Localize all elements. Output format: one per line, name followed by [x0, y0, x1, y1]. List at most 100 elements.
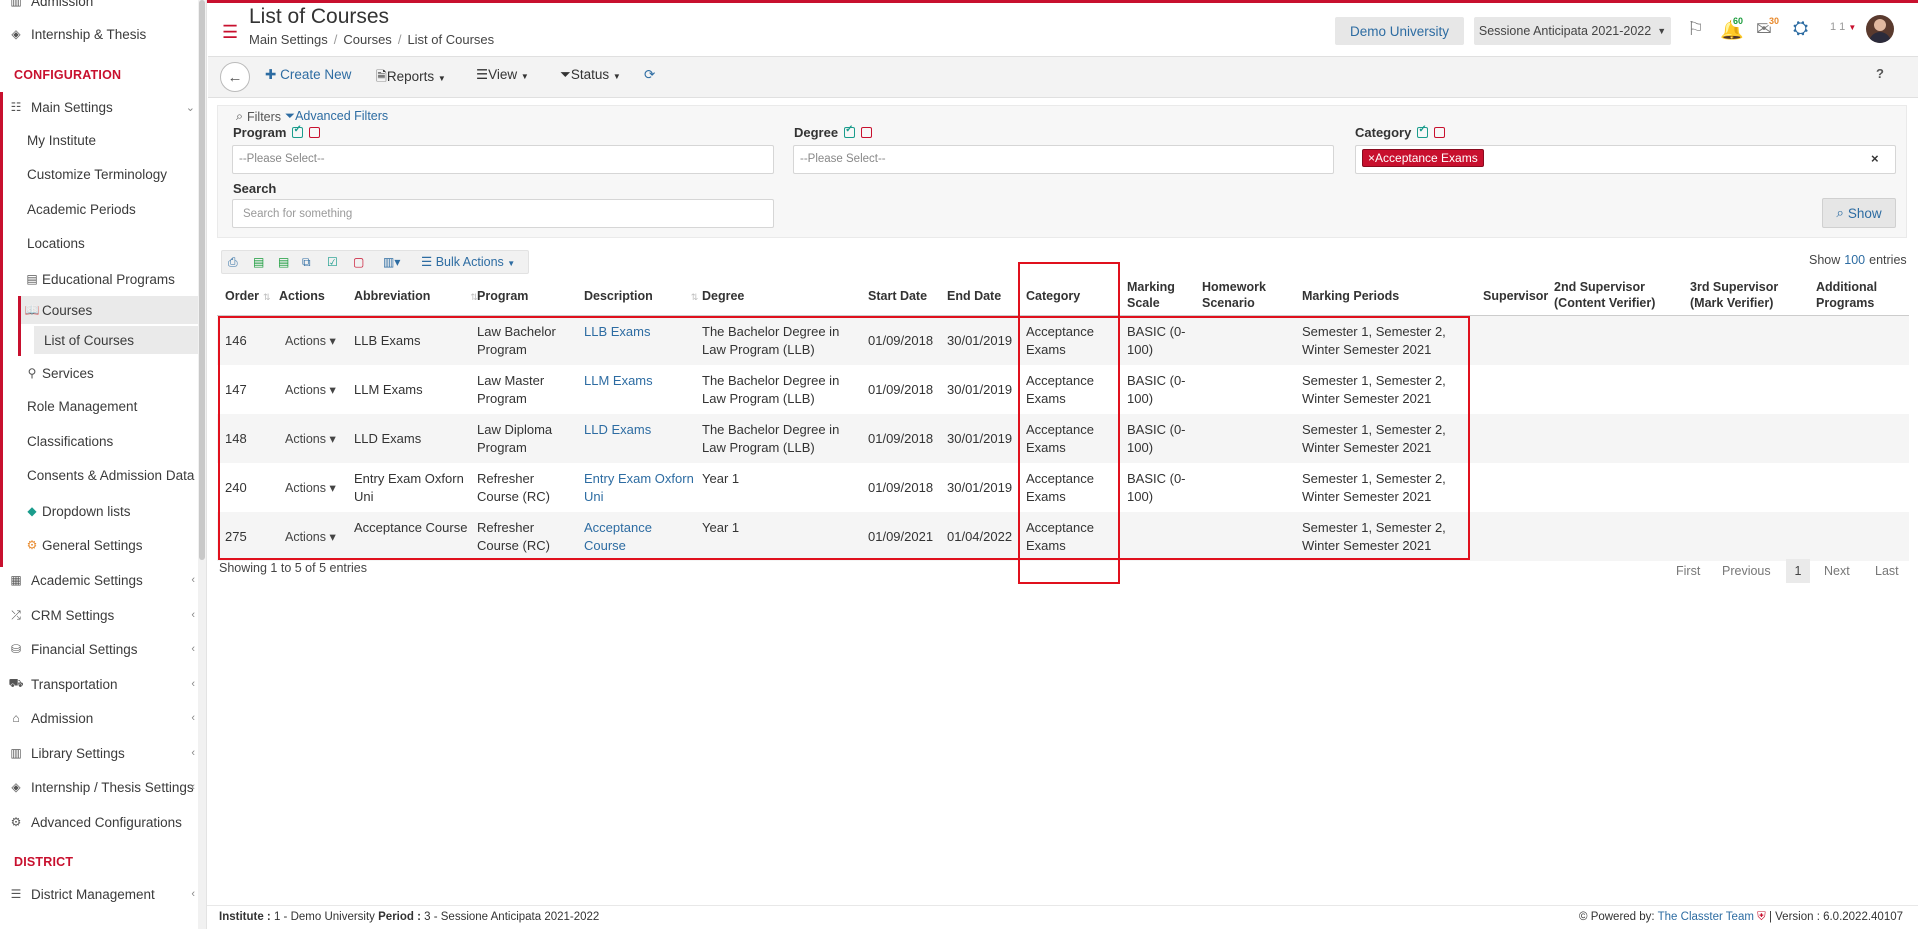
sidebar-item-district-management[interactable]: ☰ District Management ‹: [0, 879, 199, 909]
avatar[interactable]: [1866, 15, 1894, 43]
deselect-rows-icon[interactable]: ▢: [353, 255, 364, 269]
sidebar-item-consents[interactable]: Consents & Admission Data: [27, 468, 194, 483]
select-all-icon[interactable]: [844, 124, 856, 138]
select-all-icon[interactable]: [1417, 124, 1429, 138]
book-icon: 📖: [24, 303, 40, 317]
degree-select[interactable]: --Please Select--: [793, 145, 1334, 174]
sidebar-item-academic-settings[interactable]: ▦ Academic Settings ‹: [0, 565, 199, 595]
sidebar-item-internship-thesis-settings[interactable]: ◈ Internship / Thesis Settings ‹: [0, 772, 199, 802]
col-order[interactable]: Order ⇅: [225, 288, 271, 305]
breadcrumb-courses[interactable]: Courses: [343, 32, 391, 47]
university-button[interactable]: Demo University: [1335, 17, 1464, 45]
advanced-filters-link[interactable]: ⏷Advanced Filters: [285, 109, 388, 124]
deselect-all-icon[interactable]: [309, 127, 321, 138]
remove-tag-icon[interactable]: ×: [1368, 151, 1375, 165]
cogs-icon: ⚙: [10, 815, 22, 829]
excel-icon[interactable]: ▤: [253, 255, 264, 269]
clear-selection-icon[interactable]: ×: [1871, 151, 1879, 166]
col-marking-scale[interactable]: Marking Scale: [1127, 279, 1187, 311]
col-2nd-supervisor[interactable]: 2nd Supervisor (Content Verifier): [1554, 279, 1684, 311]
satellite-icon: ⚲: [27, 366, 37, 380]
back-button[interactable]: ←: [220, 62, 250, 92]
user-menu[interactable]: 1 1 ▼: [1830, 21, 1856, 33]
col-homework-scenario[interactable]: Homework Scenario: [1202, 279, 1277, 311]
sidebar-item-classifications[interactable]: Classifications: [27, 434, 113, 449]
sidebar-item-admission-top[interactable]: ▥ Admission: [0, 0, 199, 16]
chevron-left-icon: ‹: [191, 609, 195, 621]
pager-current[interactable]: 1: [1786, 559, 1810, 583]
sidebar-item-courses[interactable]: 📖Courses ⌄: [18, 296, 206, 324]
chevron-down-icon: ⌄: [185, 101, 195, 114]
col-abbreviation[interactable]: Abbreviation ⇅: [354, 288, 478, 305]
institution-icon: ⌂: [12, 711, 20, 725]
pager-first[interactable]: First: [1676, 564, 1700, 578]
columns-icon[interactable]: ▥▾: [383, 255, 400, 269]
sidebar-item-internship-thesis[interactable]: ◈ Internship & Thesis: [0, 19, 199, 49]
sidebar-item-list-of-courses[interactable]: List of Courses: [44, 333, 134, 348]
filters-header: ⌕ Filters ⏷Advanced Filters: [236, 109, 389, 124]
sidebar-item-financial-settings[interactable]: ⛁ Financial Settings ‹: [0, 634, 199, 664]
sidebar-item-transportation[interactable]: ⛟ Transportation ‹: [0, 669, 199, 699]
search-input[interactable]: Search for something: [232, 199, 774, 228]
col-supervisor[interactable]: Supervisor: [1483, 288, 1548, 304]
sidebar-item-my-institute[interactable]: My Institute: [27, 133, 96, 148]
arrow-left-icon: ←: [227, 68, 243, 86]
entries-selector[interactable]: Show 100 entries: [1809, 253, 1907, 267]
flag-icon[interactable]: ⚐: [1687, 18, 1704, 41]
col-3rd-supervisor[interactable]: 3rd Supervisor (Mark Verifier): [1690, 279, 1800, 311]
sort-icon: ⇅: [690, 292, 699, 302]
caret-down-icon: ▼: [437, 74, 446, 83]
pager-previous[interactable]: Previous: [1722, 564, 1771, 578]
col-program[interactable]: Program: [477, 288, 528, 304]
copy-icon[interactable]: ⧉: [302, 255, 311, 270]
top-accent-line: [207, 0, 1918, 3]
sidebar-scrollbar[interactable]: [198, 0, 206, 929]
sidebar-item-academic-periods[interactable]: Academic Periods: [27, 202, 136, 217]
select-all-rows-icon[interactable]: ☑: [327, 255, 338, 269]
refresh-icon[interactable]: ⟳: [644, 67, 655, 83]
select-all-icon[interactable]: [292, 124, 304, 138]
deselect-all-icon[interactable]: [861, 127, 873, 138]
sidebar-item-general-settings[interactable]: ⚙ General Settings: [18, 530, 206, 560]
sidebar-item-crm-settings[interactable]: ⤮ CRM Settings ‹: [0, 600, 199, 630]
hamburger-menu-icon[interactable]: ☰: [222, 22, 238, 43]
reports-dropdown[interactable]: 🗎Reports ▼: [376, 67, 446, 90]
sidebar-scrollbar-thumb[interactable]: [199, 0, 205, 560]
col-end-date[interactable]: End Date: [947, 288, 1001, 304]
gears-icon: ⚙: [26, 538, 38, 552]
sidebar-item-locations[interactable]: Locations: [27, 236, 85, 251]
program-select[interactable]: --Please Select--: [232, 145, 774, 174]
print-icon[interactable]: ⎙: [228, 255, 238, 270]
classter-team-link[interactable]: The Classter Team: [1658, 911, 1754, 923]
sidebar-item-services[interactable]: ⚲ Services: [18, 358, 206, 388]
sidebar-item-advanced-configurations[interactable]: ⚙ Advanced Configurations: [0, 807, 199, 837]
breadcrumb-main-settings[interactable]: Main Settings: [249, 32, 328, 47]
pager-last[interactable]: Last: [1875, 564, 1899, 578]
session-select[interactable]: Sessione Anticipata 2021-2022 ▼: [1474, 17, 1671, 45]
sidebar-item-library-settings[interactable]: ▥ Library Settings ‹: [0, 738, 199, 768]
status-dropdown[interactable]: ⏷Status ▼: [560, 67, 621, 83]
show-button[interactable]: ⌕ Show: [1822, 198, 1896, 228]
sidebar-item-role-management[interactable]: Role Management: [27, 399, 137, 414]
sidebar-item-main-settings[interactable]: ☷ Main Settings ⌄: [0, 92, 199, 122]
layers-sync-icon[interactable]: ⛭: [1793, 18, 1808, 40]
col-additional-programs[interactable]: Additional Programs: [1816, 279, 1896, 311]
category-tag[interactable]: ×Acceptance Exams: [1362, 149, 1484, 167]
deselect-all-icon[interactable]: [1434, 127, 1446, 138]
bulk-actions-dropdown[interactable]: ☰ Bulk Actions ▼: [421, 254, 515, 269]
section-district: DISTRICT: [14, 855, 74, 869]
pager-next[interactable]: Next: [1824, 564, 1850, 578]
csv-icon[interactable]: ▤: [278, 255, 289, 269]
col-degree[interactable]: Degree: [702, 288, 744, 304]
help-button[interactable]: ?: [1876, 66, 1884, 81]
sidebar-item-educational-programs[interactable]: ▤ Educational Programs: [18, 264, 206, 294]
view-dropdown[interactable]: ☰View ▼: [476, 67, 529, 83]
page-title: List of Courses: [249, 5, 390, 28]
col-description[interactable]: Description ⇅: [584, 288, 698, 305]
create-new-button[interactable]: ✚ Create New: [265, 67, 351, 83]
sidebar-item-customize-terminology[interactable]: Customize Terminology: [27, 167, 167, 182]
sidebar-item-admission[interactable]: ⌂ Admission ‹: [0, 703, 199, 733]
sidebar-item-dropdown-lists[interactable]: ◆ Dropdown lists: [18, 496, 206, 526]
program-filter-label: Program: [233, 124, 321, 140]
col-start-date[interactable]: Start Date: [868, 288, 927, 304]
